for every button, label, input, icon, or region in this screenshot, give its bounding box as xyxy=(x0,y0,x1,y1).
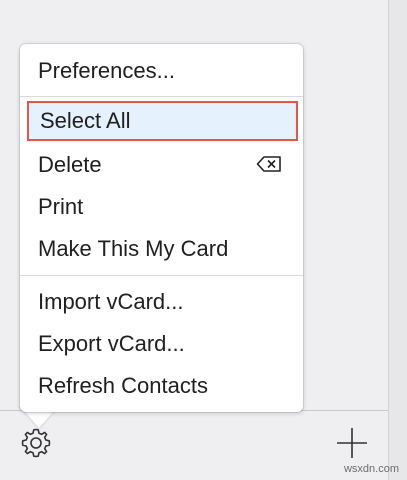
add-contact-button[interactable] xyxy=(332,425,372,465)
menu-item-refresh-contacts[interactable]: Refresh Contacts xyxy=(38,366,294,406)
plus-icon xyxy=(334,425,370,466)
menu-item-print[interactable]: Print xyxy=(38,187,294,227)
menu-item-label: Export vCard... xyxy=(38,331,185,356)
menu-item-label: Make This My Card xyxy=(38,236,229,261)
menu-item-make-this-my-card[interactable]: Make This My Card xyxy=(38,229,294,269)
menu-item-label: Preferences... xyxy=(38,58,175,83)
watermark-text: wsxdn.com xyxy=(343,463,399,475)
menu-item-import-vcard[interactable]: Import vCard... xyxy=(38,282,294,322)
right-panel-edge xyxy=(388,0,407,480)
settings-button[interactable] xyxy=(16,425,56,465)
menu-separator xyxy=(20,96,303,97)
menu-separator xyxy=(20,275,303,276)
menu-item-label: Import vCard... xyxy=(38,289,184,314)
menu-item-label: Delete xyxy=(38,152,102,177)
menu-item-preferences[interactable]: Preferences... xyxy=(38,51,294,91)
menu-item-label: Select All xyxy=(40,108,131,133)
menu-item-label: Print xyxy=(38,194,84,219)
delete-key-icon xyxy=(256,151,282,177)
settings-menu: Preferences... Select All Delete Print M… xyxy=(20,44,303,412)
menu-item-delete[interactable]: Delete xyxy=(38,145,294,185)
menu-item-label: Refresh Contacts xyxy=(38,373,208,398)
menu-item-select-all[interactable]: Select All xyxy=(27,101,298,141)
menu-item-export-vcard[interactable]: Export vCard... xyxy=(38,324,294,364)
gear-icon xyxy=(18,425,54,466)
